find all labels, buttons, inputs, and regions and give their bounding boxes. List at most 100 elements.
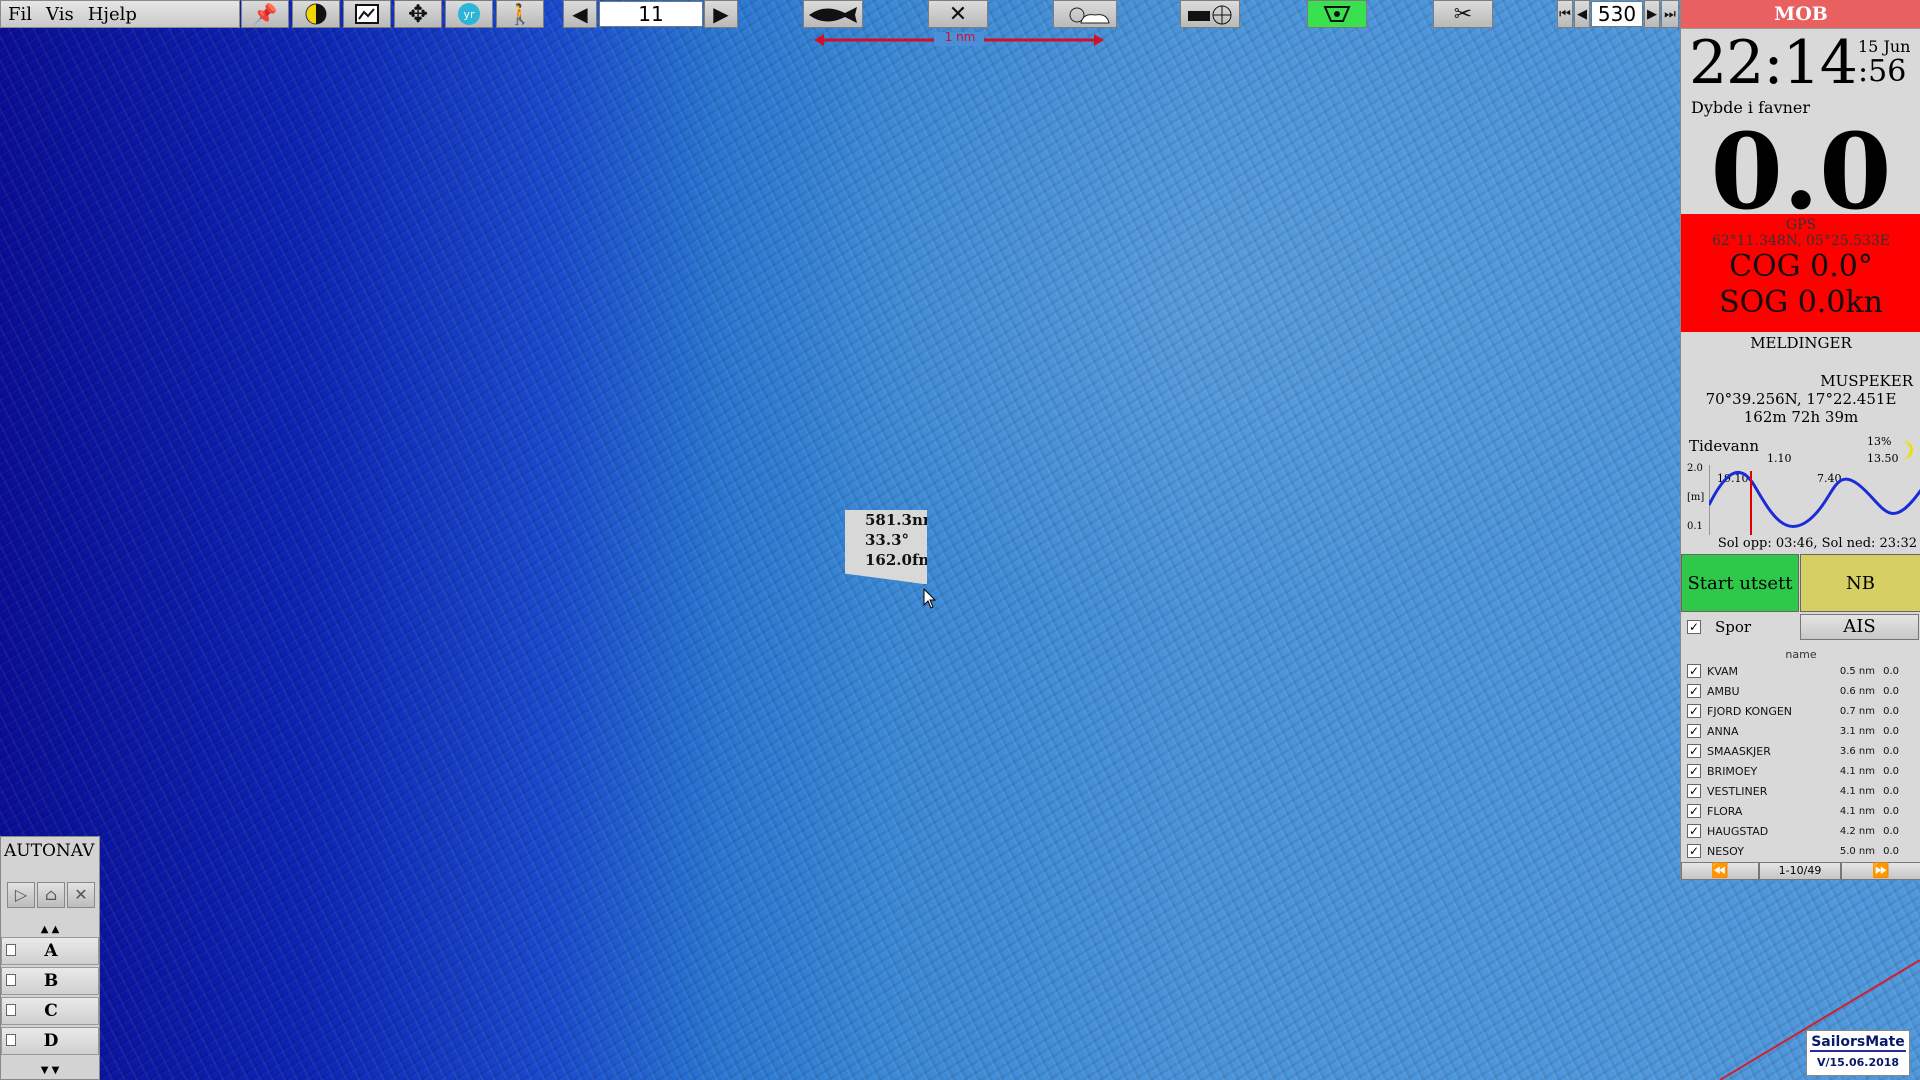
boat-globe-button[interactable] <box>1180 0 1240 28</box>
day-night-button[interactable] <box>292 0 340 28</box>
arrow-right-icon: ▶ <box>713 2 729 26</box>
ais-name: FLORA <box>1707 804 1743 818</box>
pan-button[interactable]: ✥ <box>394 0 442 28</box>
yr-button[interactable]: yr <box>445 0 493 28</box>
pager-next-button[interactable]: ⏩ <box>1841 862 1920 880</box>
page-last-button[interactable]: ⏭ <box>1661 0 1679 28</box>
compass-button[interactable]: ✕ <box>928 0 988 28</box>
mob-button[interactable]: MOB <box>1681 0 1920 29</box>
fish-button[interactable] <box>803 0 863 28</box>
ais-name: SMAASKJER <box>1707 744 1771 758</box>
autonav-close-button[interactable]: ✕ <box>67 882 95 908</box>
ais-distance: 5.0 nm <box>1839 845 1875 857</box>
page-next-button[interactable]: ▶ <box>1644 0 1660 28</box>
autonav-play-button[interactable]: ▷ <box>7 882 35 908</box>
ais-distance: 4.1 nm <box>1839 805 1875 817</box>
list-item[interactable]: ✓ VESTLINER 4.1 nm 0.0 <box>1681 781 1920 801</box>
list-item[interactable]: ✓ FJORD KONGEN 0.7 nm 0.0 <box>1681 701 1920 721</box>
weather-button[interactable] <box>1053 0 1117 28</box>
ais-checkbox[interactable]: ✓ <box>1687 824 1701 838</box>
route-label: A <box>44 941 58 961</box>
track-checkbox[interactable]: ✓ <box>1687 620 1701 634</box>
zoom-input[interactable]: 11 <box>599 1 703 27</box>
fast-forward-icon: ⏩ <box>1872 863 1890 879</box>
pin-icon: 📌 <box>252 2 278 26</box>
route-label: C <box>44 1001 58 1021</box>
list-item[interactable]: ✓ SMAASKJER 3.6 nm 0.0 <box>1681 741 1920 761</box>
chart-icon <box>355 4 379 24</box>
tide-y-bottom: 0.1 <box>1687 521 1703 532</box>
autonav-scroll-down[interactable]: ▼ ▼ <box>1 1065 99 1077</box>
ais-distance: 0.5 nm <box>1839 665 1875 677</box>
ais-checkbox[interactable]: ✓ <box>1687 664 1701 678</box>
autonav-scroll-up[interactable]: ▲ ▲ <box>1 924 99 936</box>
fish-icon <box>809 7 857 23</box>
ais-checkbox[interactable]: ✓ <box>1687 784 1701 798</box>
zoom-next-button[interactable]: ▶ <box>704 0 738 28</box>
pin-button[interactable]: 📌 <box>241 0 289 28</box>
start-button[interactable]: Start utsett <box>1681 554 1799 612</box>
list-item[interactable]: ✓ ANNA 3.1 nm 0.0 <box>1681 721 1920 741</box>
autonav-route-a[interactable]: A <box>1 937 99 965</box>
menu-vis[interactable]: Vis <box>39 4 81 25</box>
list-item[interactable]: ✓ KVAM 0.5 nm 0.0 <box>1681 661 1920 681</box>
boat-globe-icon <box>1188 5 1232 25</box>
ais-checkbox[interactable]: ✓ <box>1687 684 1701 698</box>
tide-widget: Tidevann 13% 2.0 [m] 0.1 19.10 1.10 7.40… <box>1681 435 1920 553</box>
settings-button[interactable]: ✂ <box>1433 0 1493 28</box>
ais-speed: 0.0 <box>1883 825 1899 837</box>
pager-prev-button[interactable]: ⏪ <box>1681 862 1759 880</box>
ais-column-header[interactable]: name <box>1681 648 1920 661</box>
autonav-route-b[interactable]: B <box>1 967 99 995</box>
ais-checkbox[interactable]: ✓ <box>1687 724 1701 738</box>
ais-speed: 0.0 <box>1883 725 1899 737</box>
page-input[interactable]: 530 <box>1591 1 1643 27</box>
ais-name: KVAM <box>1707 664 1739 678</box>
nav-mode-button[interactable] <box>1307 0 1367 28</box>
ais-checkbox[interactable]: ✓ <box>1687 804 1701 818</box>
walk-button[interactable]: 🚶 <box>496 0 544 28</box>
list-item[interactable]: ✓ NESOY 5.0 nm 0.0 <box>1681 841 1920 861</box>
zoom-prev-button[interactable]: ◀ <box>563 0 597 28</box>
ais-checkbox[interactable]: ✓ <box>1687 844 1701 858</box>
chart-map[interactable] <box>0 0 1920 1080</box>
ais-distance: 0.7 nm <box>1839 705 1875 717</box>
tooltip-depth: 162.0fm <box>865 551 935 569</box>
list-item[interactable]: ✓ FLORA 4.1 nm 0.0 <box>1681 801 1920 821</box>
ais-speed: 0.0 <box>1883 785 1899 797</box>
last-icon: ⏭ <box>1664 6 1676 22</box>
nb-button[interactable]: NB <box>1800 554 1920 612</box>
list-item[interactable]: ✓ HAUGSTAD 4.2 nm 0.0 <box>1681 821 1920 841</box>
autonav-home-button[interactable]: ⌂ <box>37 882 65 908</box>
chart-button[interactable] <box>343 0 391 28</box>
ais-distance: 3.6 nm <box>1839 745 1875 757</box>
ais-speed: 0.0 <box>1883 705 1899 717</box>
ais-name: HAUGSTAD <box>1707 824 1769 838</box>
clock-time: 22:14 <box>1689 28 1858 98</box>
menu-hjelp[interactable]: Hjelp <box>81 4 144 25</box>
list-item[interactable]: ✓ AMBU 0.6 nm 0.0 <box>1681 681 1920 701</box>
mouse-coords: 70°39.256N, 17°22.451E <box>1705 390 1897 408</box>
logo-version: V/15.06.2018 <box>1816 1056 1900 1069</box>
ais-button[interactable]: AIS <box>1800 614 1919 640</box>
mouse-cursor-icon <box>923 588 937 609</box>
instrument-panel: MOB 22:14 15 Jun :56 Dybde i favner 0.0 … <box>1680 0 1920 880</box>
page-prev-button[interactable]: ◀ <box>1574 0 1590 28</box>
scale-label: 1 nm <box>944 30 976 44</box>
messages-label[interactable]: MELDINGER <box>1681 334 1920 352</box>
clock-seconds: :56 <box>1858 54 1907 89</box>
page-first-button[interactable]: ⏮ <box>1557 0 1573 28</box>
autonav-route-d[interactable]: D <box>1 1027 99 1055</box>
arrow-left-icon: ◀ <box>572 2 588 26</box>
ais-checkbox[interactable]: ✓ <box>1687 764 1701 778</box>
ais-checkbox[interactable]: ✓ <box>1687 704 1701 718</box>
ais-checkbox[interactable]: ✓ <box>1687 744 1701 758</box>
ais-list: ✓ KVAM 0.5 nm 0.0 ✓ AMBU 0.6 nm 0.0 ✓ FJORD KON… <box>1681 661 1920 861</box>
autonav-route-c[interactable]: C <box>1 997 99 1025</box>
tide-time-2: 1.10 <box>1767 452 1792 465</box>
list-item[interactable]: ✓ BRIMOEY 4.1 nm 0.0 <box>1681 761 1920 781</box>
next-icon: ▶ <box>1647 6 1657 22</box>
autonav-title: AUTONAV <box>4 841 95 861</box>
track-row: ✓ Spor AIS <box>1681 614 1920 642</box>
menu-fil[interactable]: Fil <box>1 4 39 25</box>
